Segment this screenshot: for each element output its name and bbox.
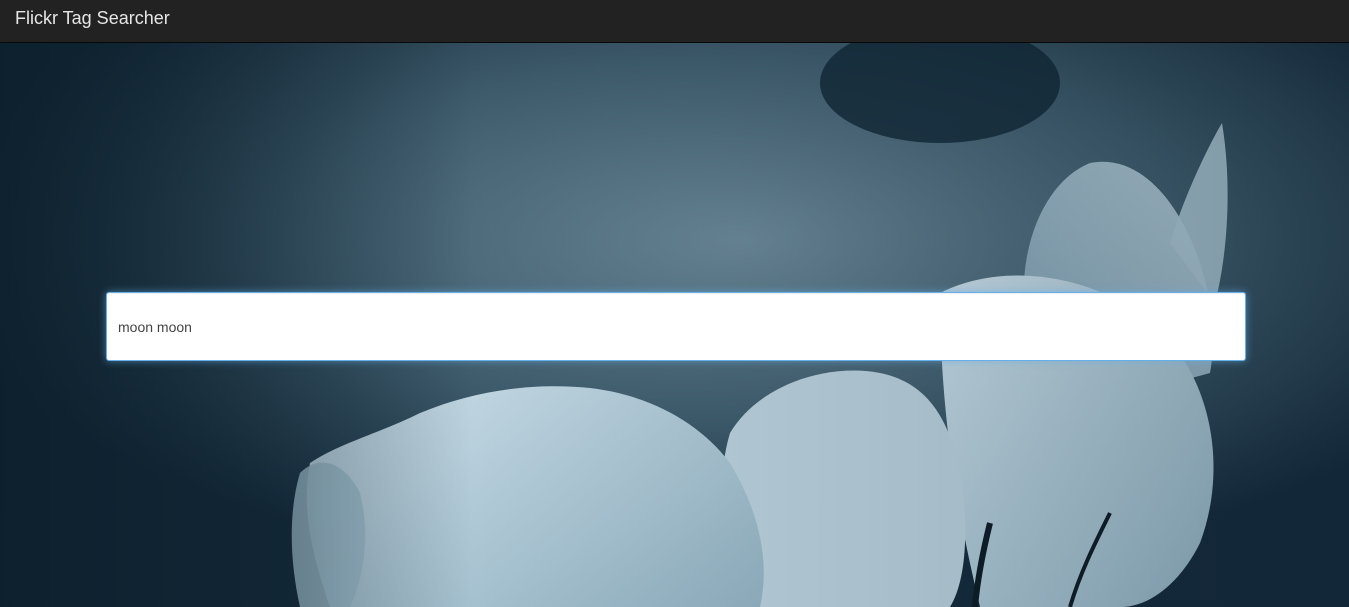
tag-search-input[interactable] [106, 292, 1246, 361]
app-brand-title[interactable]: Flickr Tag Searcher [15, 8, 170, 28]
hero-background [0, 43, 1349, 607]
search-container [106, 292, 1246, 361]
top-navbar: Flickr Tag Searcher [0, 0, 1349, 43]
